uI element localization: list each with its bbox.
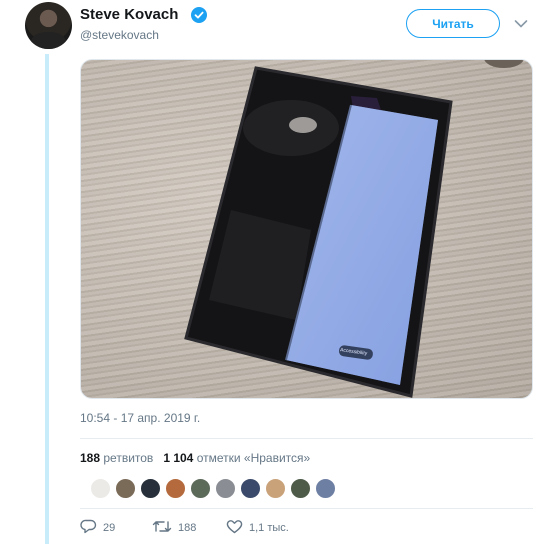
author-name[interactable]: Steve Kovach (80, 6, 178, 23)
liker-avatar[interactable] (215, 478, 236, 499)
follow-button[interactable]: Читать (406, 9, 500, 38)
like-icon (226, 519, 243, 537)
divider (80, 438, 533, 439)
chevron-down-icon[interactable] (514, 16, 528, 34)
likes-label[interactable]: отметки «Нравится» (197, 451, 311, 465)
liker-avatar[interactable] (190, 478, 211, 499)
like-count: 1,1 тыс. (249, 522, 289, 534)
liker-avatar[interactable] (315, 478, 336, 499)
retweets-label[interactable]: ретвитов (103, 451, 153, 465)
liker-avatar[interactable] (240, 478, 261, 499)
reply-button[interactable]: 29 (80, 519, 115, 537)
verified-badge-icon (191, 7, 207, 23)
liker-avatar[interactable] (140, 478, 161, 499)
liker-avatar[interactable] (265, 478, 286, 499)
tweet-stats: 188 ретвитов 1 104 отметки «Нравится» (80, 451, 310, 465)
reply-count: 29 (103, 522, 116, 534)
reply-icon (80, 519, 97, 537)
thread-line (45, 54, 49, 544)
author-handle[interactable]: @stevekovach (80, 28, 159, 42)
retweet-count: 188 (178, 522, 197, 534)
likes-count[interactable]: 1 104 (163, 451, 193, 465)
tweet-photo[interactable]: Accessibility (80, 59, 533, 399)
divider (80, 508, 533, 509)
liker-avatar[interactable] (165, 478, 186, 499)
avatar[interactable] (25, 2, 72, 49)
retweet-icon (152, 519, 172, 537)
tweet-timestamp[interactable]: 10:54 - 17 апр. 2019 г. (80, 411, 200, 425)
liker-avatar[interactable] (290, 478, 311, 499)
retweet-button[interactable]: 188 (152, 519, 196, 537)
like-button[interactable]: 1,1 тыс. (226, 519, 289, 537)
liker-avatar[interactable] (90, 478, 111, 499)
retweets-count[interactable]: 188 (80, 451, 100, 465)
liker-avatar[interactable] (115, 478, 136, 499)
